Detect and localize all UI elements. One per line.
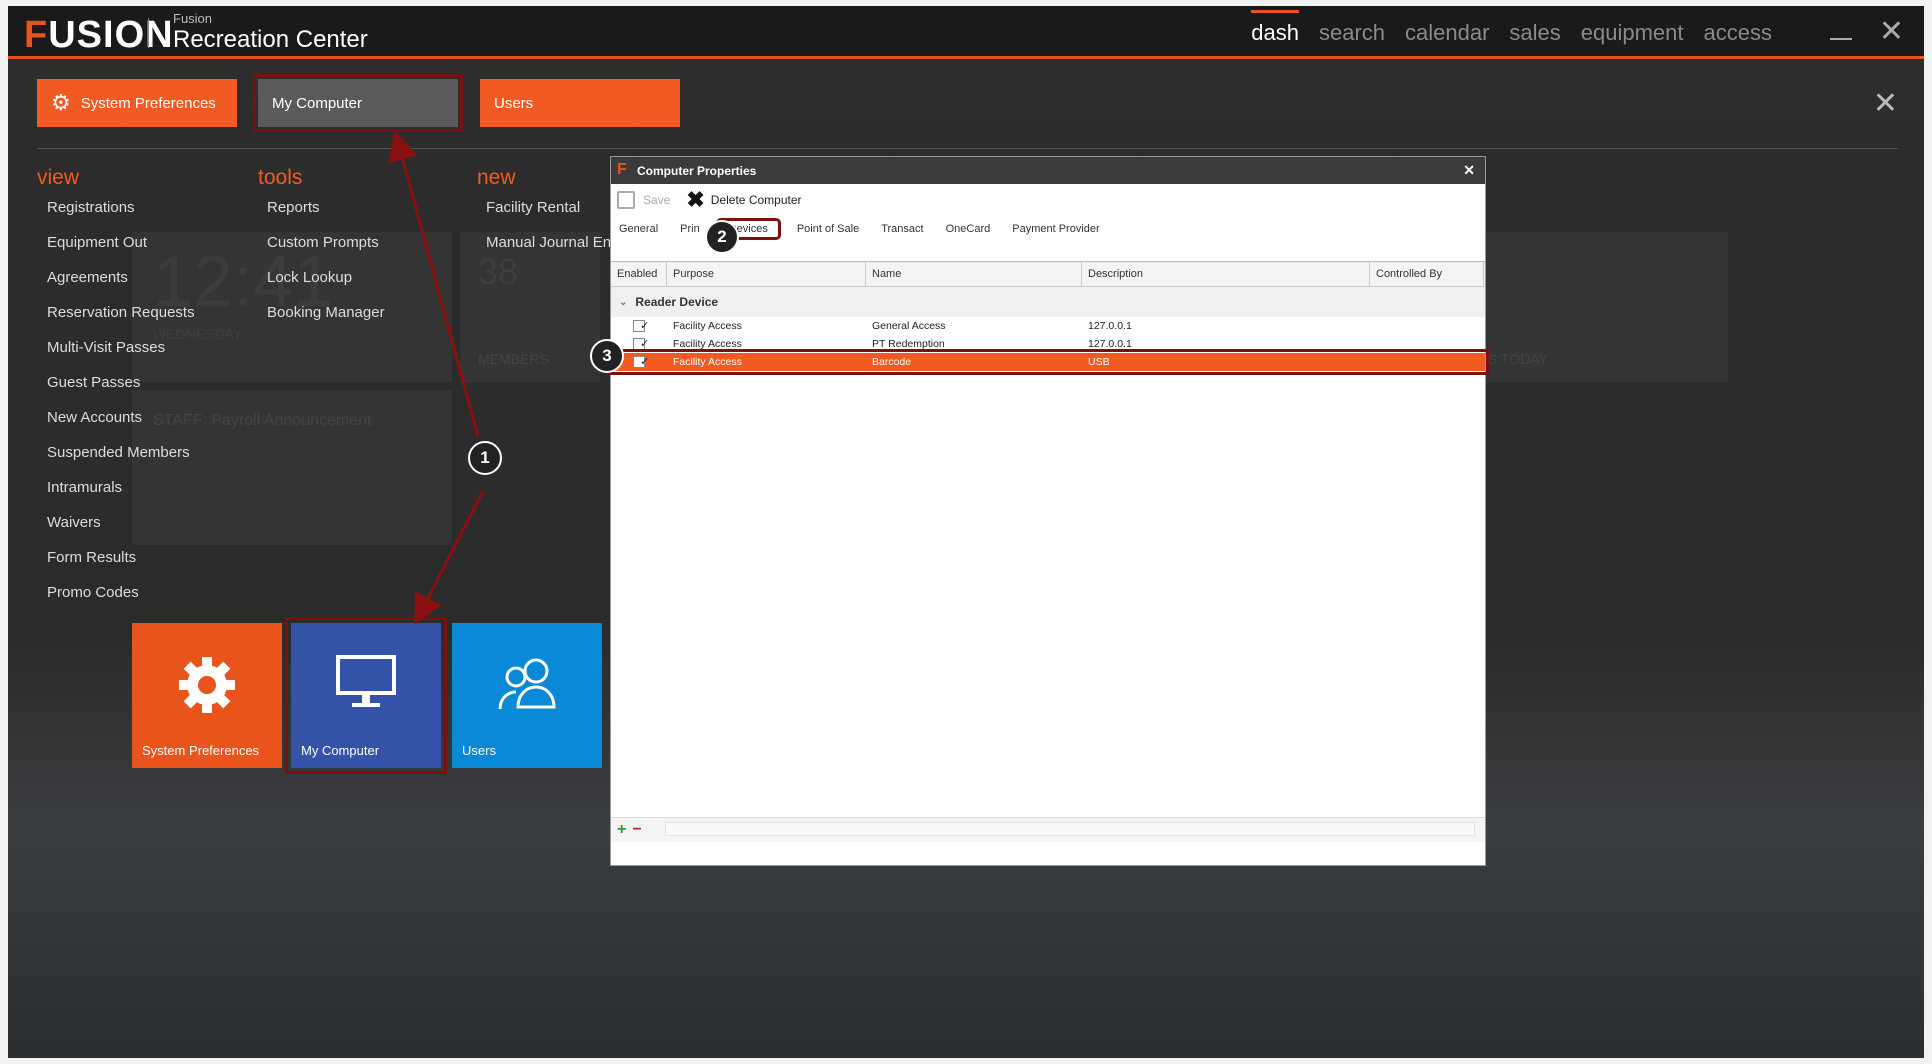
horizontal-scrollbar[interactable]	[665, 822, 1475, 836]
col-name[interactable]: Name	[866, 262, 1082, 286]
dialog-title: Computer Properties	[637, 163, 757, 178]
grid-footer: + −	[611, 817, 1485, 842]
cell-description: USB	[1088, 356, 1110, 368]
chevron-down-icon[interactable]: ⌄	[619, 297, 627, 308]
col-description[interactable]: Description	[1082, 262, 1370, 286]
group-label: Reader Device	[635, 295, 719, 309]
tab-printers[interactable]: Prin	[680, 223, 700, 235]
table-row[interactable]: ✓ Facility Access General Access 127.0.0…	[611, 317, 1485, 335]
group-row-reader-device[interactable]: ⌄ Reader Device	[611, 287, 1485, 317]
save-label: Save	[643, 193, 671, 207]
cell-purpose: Facility Access	[673, 320, 742, 332]
dialog-tabs: General Prin Devices Point of Sale Trans…	[611, 216, 1485, 242]
cell-purpose: Facility Access	[673, 356, 742, 368]
col-purpose[interactable]: Purpose	[667, 262, 866, 286]
col-enabled[interactable]: Enabled	[611, 262, 667, 286]
cell-name: PT Redemption	[872, 338, 945, 350]
cell-purpose: Facility Access	[673, 338, 742, 350]
computer-properties-dialog: F Computer Properties ✕ Save ✖ Delete Co…	[607, 156, 1489, 866]
enabled-checkbox[interactable]: ✓	[633, 356, 649, 368]
dialog-toolbar: Save ✖ Delete Computer	[611, 184, 1485, 216]
delete-x-icon: ✖	[686, 187, 705, 212]
tab-transact[interactable]: Transact	[881, 223, 923, 235]
tab-general[interactable]: General	[619, 223, 658, 235]
callout-3: 3	[590, 339, 624, 373]
cell-description: 127.0.0.1	[1088, 320, 1132, 332]
dialog-close-icon[interactable]: ✕	[1463, 162, 1475, 179]
save-button[interactable]: Save	[617, 191, 670, 209]
callout-1: 1	[468, 441, 502, 475]
fusion-app-window: FUSION Fusion Recreation Center dash sea…	[8, 6, 1924, 1058]
add-row-icon[interactable]: +	[617, 821, 626, 839]
cell-name: Barcode	[872, 356, 912, 368]
dialog-title-bar: F Computer Properties ✕	[611, 157, 1485, 184]
col-controlled-by[interactable]: Controlled By	[1370, 262, 1484, 286]
tab-point-of-sale[interactable]: Point of Sale	[797, 223, 859, 235]
grid-header: Enabled Purpose Name Description Control…	[611, 262, 1485, 287]
enabled-checkbox[interactable]: ✓	[633, 338, 649, 350]
fusion-logo-icon: F	[617, 161, 627, 178]
remove-row-icon[interactable]: −	[632, 821, 641, 839]
delete-computer-label: Delete Computer	[710, 193, 802, 207]
tab-onecard[interactable]: OneCard	[946, 223, 991, 235]
table-row-selected[interactable]: ✓ Facility Access Barcode USB	[607, 349, 1489, 375]
delete-computer-button[interactable]: ✖ Delete Computer	[686, 187, 801, 213]
callout-2: 2	[705, 220, 739, 254]
cell-name: General Access	[872, 320, 946, 332]
save-icon	[617, 191, 635, 209]
devices-grid: Enabled Purpose Name Description Control…	[607, 261, 1489, 842]
enabled-checkbox[interactable]: ✓	[633, 320, 649, 332]
table-row[interactable]: ✓ Facility Access PT Redemption 127.0.0.…	[611, 335, 1485, 353]
cell-description: 127.0.0.1	[1088, 338, 1132, 350]
tab-payment-provider[interactable]: Payment Provider	[1012, 223, 1099, 235]
